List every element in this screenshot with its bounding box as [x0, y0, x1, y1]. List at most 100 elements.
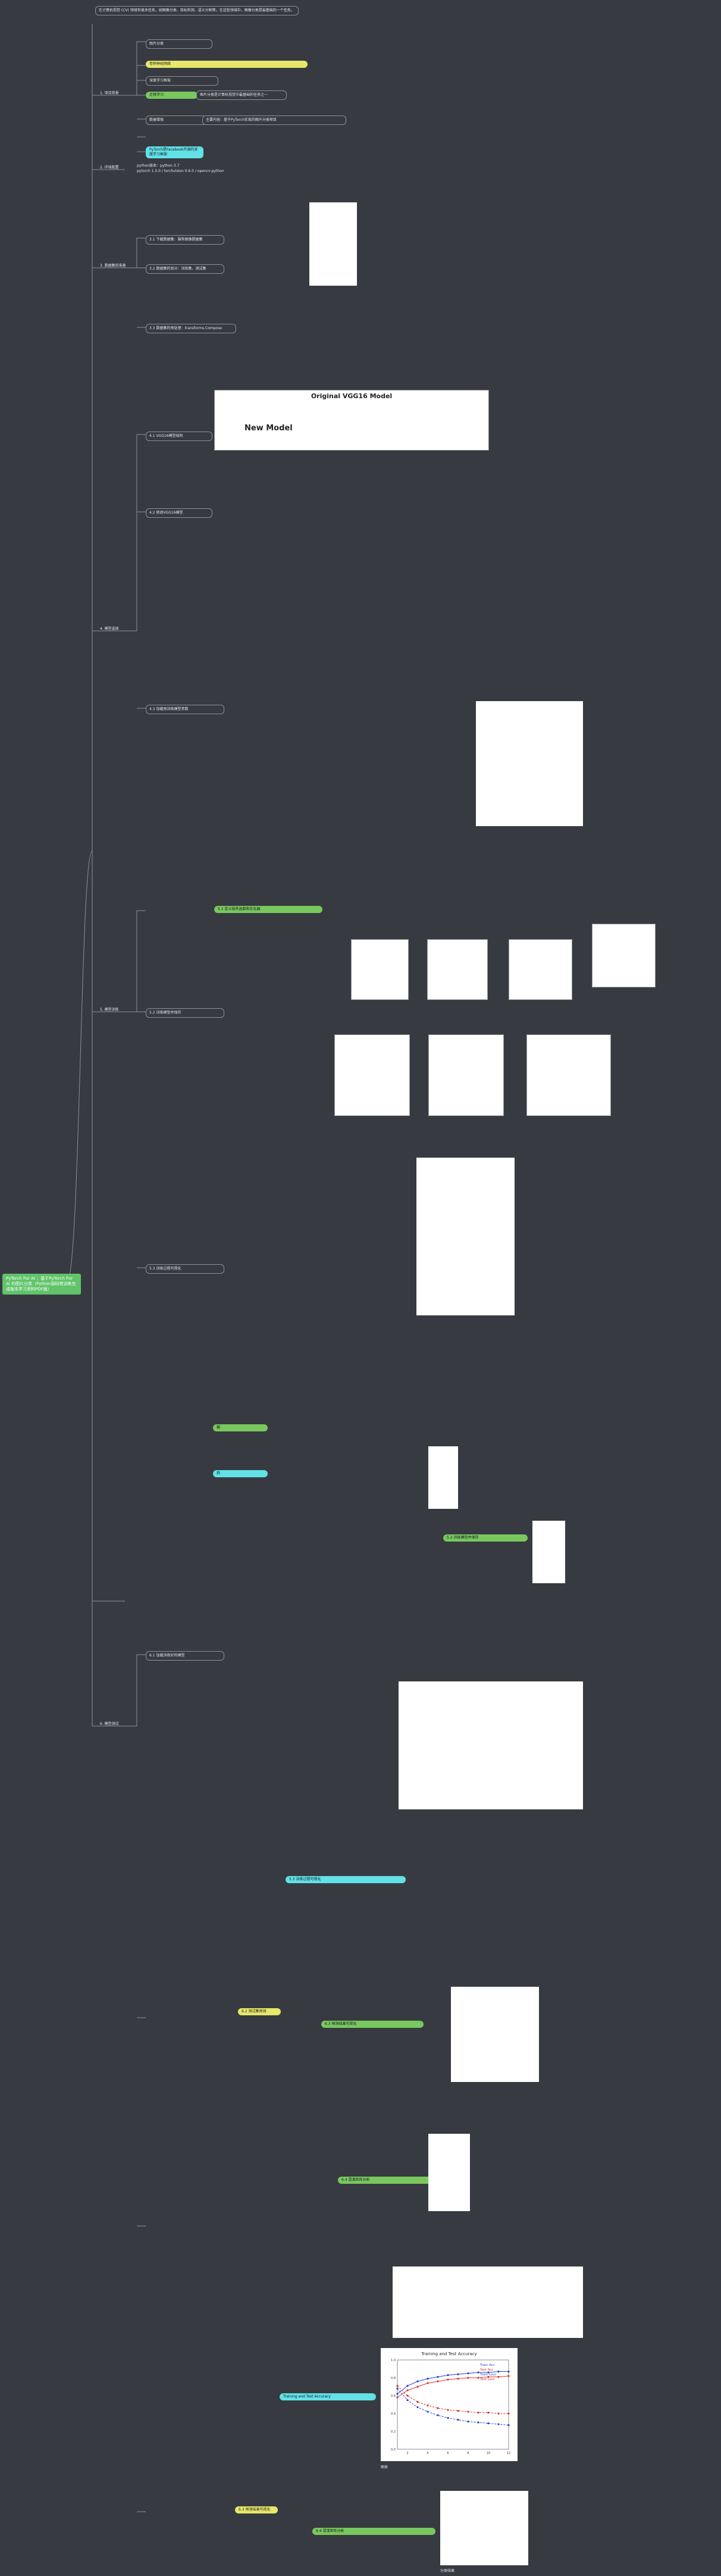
dog-photo — [509, 939, 572, 1000]
chart-x-tick-label: 6 — [447, 2452, 449, 2455]
ch1-point-2: 卷积神经网络 — [146, 61, 308, 68]
chart-point — [497, 2412, 500, 2415]
chart-point — [396, 2396, 399, 2399]
chart-y-tick-label: 0.2 — [391, 2430, 396, 2434]
chart-point — [487, 2411, 490, 2414]
ch4-label[interactable]: 4. 模型选择 — [100, 627, 119, 632]
chart-point — [507, 2424, 510, 2427]
chart-point — [467, 2377, 469, 2379]
chart-point — [497, 2423, 500, 2425]
ch2-line-2: pytorch 1.5.0 / torchvision 0.6.0 / open… — [137, 169, 224, 173]
chart-series-line-3 — [397, 2388, 509, 2425]
chart-point — [396, 2387, 399, 2390]
ch3-sub-1: 3.1 下载数据集：猫狗图像数据集 — [146, 235, 224, 245]
chart-point — [497, 2375, 500, 2378]
ch5-label[interactable]: 5. 模型训练 — [100, 1008, 119, 1012]
metrics-list-1 — [428, 1446, 458, 1509]
ch5-sub-2: 5.2 训练模型并保存 — [146, 1008, 224, 1018]
ch1-point-3: 深度学习框架 — [146, 76, 218, 86]
chart-y-tick-label: 1.0 — [391, 2359, 396, 2362]
chart-point — [447, 2374, 449, 2377]
ch5-note: 5.2 训练模型并保存 — [443, 1534, 528, 1542]
ch4-sub-1: 4.1 VGG16模型结构 — [146, 432, 212, 441]
ch4-sub-2: 4.2 修改VGG16模型 — [146, 508, 212, 518]
chart-point — [457, 2373, 459, 2375]
ch3-sub-3: 3.3 数据集的预处理：transforms.Compose — [146, 324, 236, 333]
ch5-cat-label: 猫 — [213, 1424, 268, 1431]
accuracy-chart-svg: Training and Test Accuracy Train AccTest… — [391, 2352, 510, 2455]
ch6-sub-2b: 6.3 预测结果可视化 — [321, 2021, 424, 2028]
chart-legend-entry: Train Acc — [479, 2364, 495, 2367]
chart-point — [457, 2409, 459, 2412]
ch4-sub-3: 4.3 加载预训练模型参数 — [146, 705, 224, 714]
prediction-grid-1 — [451, 1987, 539, 2082]
chart-point — [447, 2378, 449, 2381]
chart-point — [467, 2372, 469, 2375]
ch1-intro: 在计算机视觉 (CV) 领域有很多任务，如图像分类、目标检测、语义分割等。在这些… — [95, 6, 299, 15]
chart-point — [406, 2389, 409, 2391]
augmented-grid-2 — [428, 1034, 504, 1116]
chart-point — [437, 2380, 439, 2383]
chart-series-line-4 — [397, 2386, 509, 2414]
ch3-label[interactable]: 3. 数据集的准备 — [100, 264, 126, 268]
chart-point — [477, 2421, 479, 2424]
ch5-highlight: 5.3 训练过程可视化 — [286, 1876, 406, 1883]
chart-point — [477, 2411, 479, 2414]
chart-point — [457, 2377, 459, 2380]
parrot-photo — [592, 924, 656, 987]
ch6-final-1: 6.3 预测结果可视化 — [235, 2506, 278, 2514]
ch6-final-2: 6.4 混淆矩阵分析 — [312, 2528, 435, 2535]
chart-title: Training and Test Accuracy — [421, 2352, 477, 2356]
ch3-sub-2: 3.2 数据集的划分：训练集、测试集 — [146, 264, 224, 274]
confusion-table — [428, 2134, 470, 2211]
chart-caption: 图表 — [381, 2465, 388, 2469]
augmented-grid-1 — [334, 1034, 410, 1116]
ch6-label[interactable]: 6. 模型测试 — [100, 1722, 119, 1727]
prediction-grid-2 — [440, 2491, 528, 2565]
ch1-point-4: 迁移学习 — [146, 92, 198, 99]
chart-point — [497, 2370, 500, 2373]
chart-point — [457, 2418, 459, 2421]
chart-point — [487, 2422, 490, 2425]
chart-point — [416, 2400, 419, 2403]
chart-point — [406, 2394, 409, 2397]
accuracy-chart: Training and Test Accuracy Train Acc Test… — [381, 2348, 518, 2461]
vgg-new-model: New Model — [244, 424, 293, 433]
chart-point — [406, 2399, 409, 2402]
chart-point — [467, 2411, 469, 2413]
chart-point — [447, 2416, 449, 2419]
ch5-sub-1: 5.1 定义损失函数和优化器 — [214, 906, 322, 913]
chart-point — [427, 2411, 429, 2413]
chart-x-tick-label: 10 — [487, 2452, 490, 2455]
chart-point — [437, 2375, 439, 2378]
chart-point — [406, 2384, 409, 2387]
chart-point — [477, 2371, 479, 2374]
chart-y-tick-label: 0.6 — [391, 2394, 396, 2398]
ch6-sub-1: 6.1 加载训练好的模型 — [146, 1651, 224, 1661]
vgg-title: Original VGG16 Model — [311, 392, 393, 400]
vgg16-diagram: Original VGG16 Model New Model — [214, 390, 489, 451]
dataset-file-list — [309, 202, 357, 286]
chart-point — [416, 2380, 419, 2383]
ch6-sub-2: 6.2 测试集预测 — [238, 2008, 281, 2015]
root-node[interactable]: PyTorch For AI ：基于PyTorch For AI 的图片分类（P… — [2, 1274, 81, 1295]
leaf-photo — [526, 1034, 611, 1116]
chart-point — [396, 2384, 399, 2387]
chart-point — [447, 2409, 449, 2411]
chart-x-tick-label: 4 — [427, 2452, 428, 2455]
chart-point — [437, 2414, 439, 2416]
ch2-line-1: python版本：python 3.7 — [137, 164, 180, 168]
ch6-sub-4: 6.4 混淆矩阵分析 — [338, 2177, 440, 2184]
ch5-sub-3: 5.3 训练过程可视化 — [146, 1264, 224, 1274]
training-log-table — [416, 1158, 515, 1315]
cat-photo-2 — [427, 939, 488, 1000]
ch1-point-1: 图片分类 — [146, 39, 212, 49]
ch1-label[interactable]: 1. 项目背景 — [100, 91, 119, 96]
chart-point — [416, 2406, 419, 2409]
chart-point — [477, 2377, 479, 2379]
chart-x-tick-label: 8 — [467, 2452, 469, 2455]
metrics-list-2 — [532, 1521, 565, 1583]
eval-log — [393, 2266, 583, 2338]
sample-image-grid — [476, 701, 583, 826]
ch2-label[interactable]: 2. 环境配置 — [100, 165, 119, 170]
